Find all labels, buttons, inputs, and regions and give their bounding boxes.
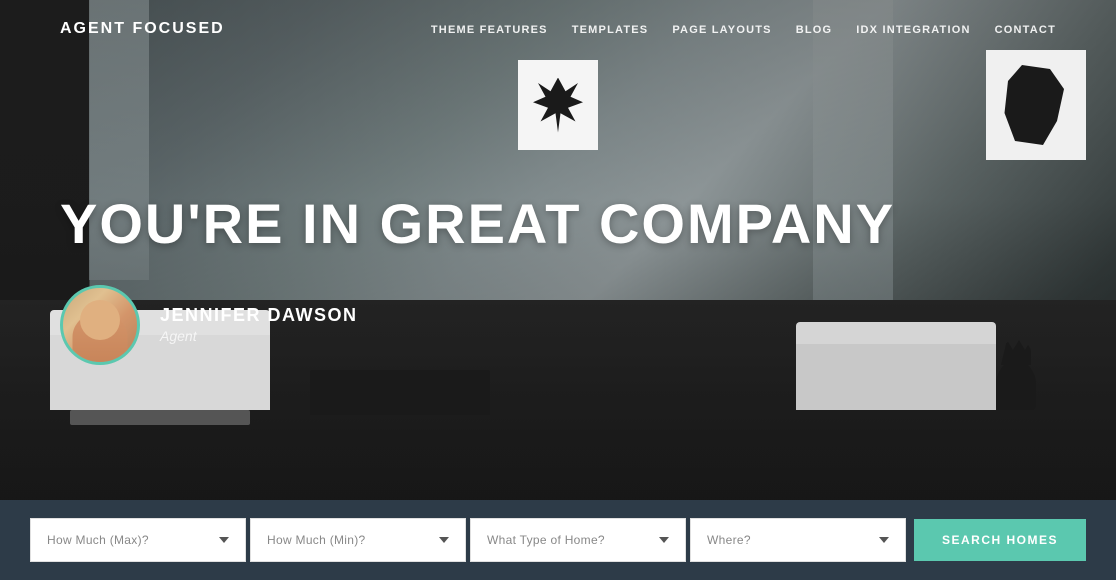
dropdown-min-price-arrow <box>439 537 449 543</box>
navbar: AGENT FOCUSED THEME FEATURES TEMPLATES P… <box>0 0 1116 58</box>
nav-link-idx[interactable]: IDX INTEGRATION <box>856 24 970 36</box>
dropdown-home-type-label: What Type of Home? <box>487 533 605 547</box>
nav-link-contact[interactable]: CONTACT <box>995 24 1056 36</box>
dropdown-home-type[interactable]: What Type of Home? <box>470 518 686 562</box>
search-bar: How Much (Max)? How Much (Min)? What Typ… <box>0 500 1116 580</box>
agent-card: JENNIFER DAWSON Agent <box>60 285 358 365</box>
dropdown-location-label: Where? <box>707 533 751 547</box>
dropdown-location-arrow <box>879 537 889 543</box>
hero-content: YOU'RE IN GREAT COMPANY JENNIFER DAWSON … <box>0 58 1116 500</box>
nav-item-theme-features[interactable]: THEME FEATURES <box>431 20 548 38</box>
nav-link-blog[interactable]: BLOG <box>796 24 833 36</box>
nav-item-templates[interactable]: TEMPLATES <box>572 20 649 38</box>
nav-item-page-layouts[interactable]: PAGE LAYOUTS <box>672 20 771 38</box>
agent-info: JENNIFER DAWSON Agent <box>160 305 358 344</box>
dropdown-max-price[interactable]: How Much (Max)? <box>30 518 246 562</box>
agent-role: Agent <box>160 328 358 344</box>
nav-links: THEME FEATURES TEMPLATES PAGE LAYOUTS BL… <box>431 20 1056 38</box>
nav-item-blog[interactable]: BLOG <box>796 20 833 38</box>
dropdown-min-price[interactable]: How Much (Min)? <box>250 518 466 562</box>
dropdown-max-price-arrow <box>219 537 229 543</box>
hero-section: AGENT FOCUSED THEME FEATURES TEMPLATES P… <box>0 0 1116 500</box>
dropdown-max-price-label: How Much (Max)? <box>47 533 149 547</box>
brand-logo[interactable]: AGENT FOCUSED <box>60 20 225 38</box>
nav-link-theme-features[interactable]: THEME FEATURES <box>431 24 548 36</box>
agent-name: JENNIFER DAWSON <box>160 305 358 326</box>
dropdown-location[interactable]: Where? <box>690 518 906 562</box>
nav-link-page-layouts[interactable]: PAGE LAYOUTS <box>672 24 771 36</box>
nav-item-idx[interactable]: IDX INTEGRATION <box>856 20 970 38</box>
nav-item-contact[interactable]: CONTACT <box>995 20 1056 38</box>
hero-headline: YOU'RE IN GREAT COMPANY <box>60 193 895 255</box>
nav-link-templates[interactable]: TEMPLATES <box>572 24 649 36</box>
dropdown-min-price-label: How Much (Min)? <box>267 533 366 547</box>
page-wrapper: AGENT FOCUSED THEME FEATURES TEMPLATES P… <box>0 0 1116 580</box>
dropdown-home-type-arrow <box>659 537 669 543</box>
agent-avatar <box>60 285 140 365</box>
search-homes-button[interactable]: SEARCH HOMES <box>914 519 1086 561</box>
